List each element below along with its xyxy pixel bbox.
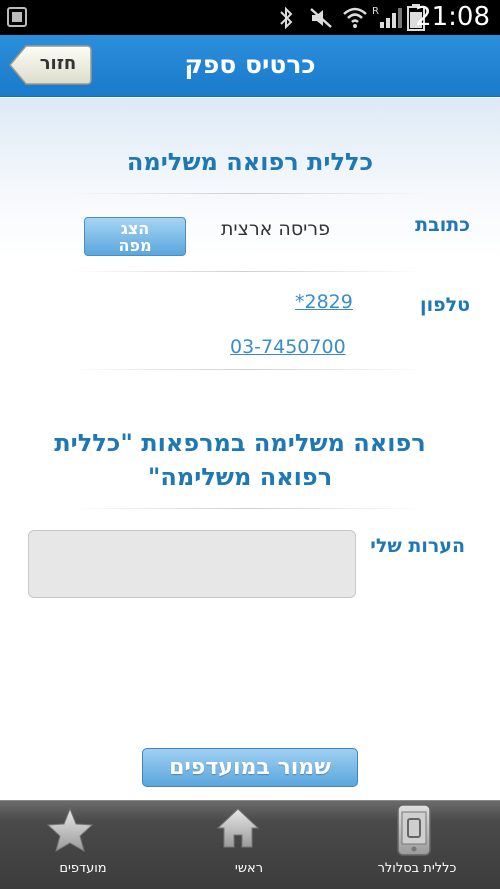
phone-link[interactable]: 03-7450700 (230, 336, 346, 358)
app-header: חזור כרטיס ספק (0, 35, 500, 97)
nav-mobile-label: כללית בסלולר (377, 861, 457, 876)
bluetooth-icon (280, 6, 293, 30)
page-title: כרטיס ספק (184, 50, 316, 79)
wifi-icon (343, 7, 367, 28)
mobile-icon (397, 804, 431, 856)
address-value: פריסה ארצית (220, 218, 330, 240)
mute-icon (310, 8, 332, 28)
home-icon (216, 808, 260, 848)
divider (70, 508, 425, 509)
show-map-button[interactable]: הצג מפה (84, 217, 186, 256)
star-icon (47, 807, 93, 853)
phone-link[interactable]: *2829 (295, 291, 353, 313)
nav-favorites[interactable]: מועדפים (0, 801, 166, 889)
nav-mobile[interactable]: כללית בסלולר (334, 801, 500, 889)
divider (70, 271, 425, 272)
nav-favorites-label: מועדפים (59, 861, 107, 876)
nav-home-label: ראשי (234, 861, 264, 876)
svg-text:R: R (372, 6, 379, 17)
notification-icon (7, 7, 27, 27)
clock: 21:08 (415, 2, 490, 32)
provider-card: כללית רפואה משלימה כתובת פריסה ארצית הצג… (0, 98, 500, 800)
show-map-button-line2: מפה (118, 236, 152, 255)
notes-input[interactable] (28, 530, 356, 598)
notes-label: הערות שלי (370, 535, 465, 557)
nav-home[interactable]: ראשי (166, 801, 332, 889)
divider (70, 369, 425, 370)
provider-name: כללית רפואה משלימה (126, 148, 374, 176)
service-description: רפואה משלימה במרפאות "כללית רפואה משלימה… (54, 429, 426, 491)
address-label: כתובת (415, 214, 470, 236)
status-bar: R 21:08 (0, 0, 500, 35)
signal-icon: R (372, 6, 402, 28)
phone-label: טלפון (420, 294, 470, 316)
save-to-favorites-button[interactable]: שמור במועדפים (142, 748, 358, 787)
bottom-nav: מועדפים ראשי כללית בסלולר (0, 800, 500, 889)
divider (70, 193, 425, 194)
show-map-button-line1: הצג (120, 219, 150, 238)
